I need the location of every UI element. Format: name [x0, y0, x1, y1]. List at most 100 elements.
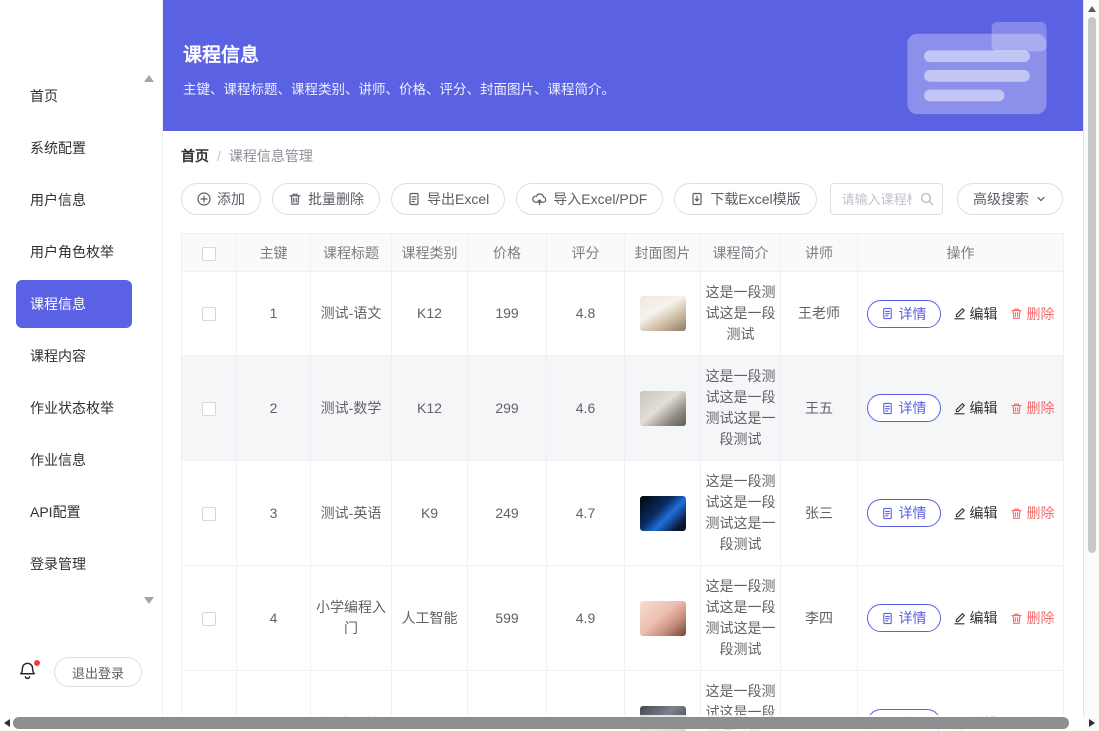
advanced-search-button[interactable]: 高级搜索: [957, 183, 1063, 215]
document-detail-icon: [881, 402, 894, 415]
notification-bell-icon[interactable]: [18, 661, 38, 683]
row-actions: 详情 编辑 删除: [862, 394, 1059, 422]
edit-label: 编辑: [970, 503, 998, 523]
scroll-up-arrow-icon[interactable]: [1088, 6, 1096, 12]
scroll-left-arrow-icon[interactable]: [4, 719, 10, 727]
page-content: 首页 / 课程信息管理 添加 批量删除 导出Excel: [163, 131, 1083, 731]
breadcrumb-separator: /: [217, 148, 221, 164]
vertical-scrollbar[interactable]: [1083, 0, 1099, 731]
cell-teacher: 李四: [781, 566, 858, 671]
table-row: 4 小学编程入门 人工智能 599 4.9 这是一段测试这是一段测试这是一段测试…: [182, 566, 1064, 671]
logout-button[interactable]: 退出登录: [54, 657, 142, 687]
column-header: 课程简介: [701, 234, 781, 272]
row-checkbox[interactable]: [202, 612, 216, 626]
sidebar-menu-item[interactable]: 用户信息: [0, 174, 162, 226]
cell-title: 测试-语文: [311, 272, 392, 356]
edit-pencil-icon: [953, 507, 966, 520]
edit-button[interactable]: 编辑: [953, 608, 998, 628]
detail-label: 详情: [899, 608, 927, 628]
sidebar-menu-item-label: 作业信息: [30, 450, 86, 470]
cell-teacher: 王五: [781, 356, 858, 461]
edit-pencil-icon: [953, 307, 966, 320]
cell-rating: 4.6: [547, 356, 625, 461]
sidebar-menu-item[interactable]: 登录管理: [0, 538, 162, 590]
search-input[interactable]: [830, 183, 943, 215]
row-checkbox[interactable]: [202, 507, 216, 521]
sidebar-menu-item-label: 课程内容: [30, 346, 86, 366]
table-header-row: 主键课程标题课程类别价格评分封面图片课程简介讲师操作: [182, 234, 1064, 272]
edit-button[interactable]: 编辑: [953, 304, 998, 324]
delete-label: 删除: [1027, 503, 1055, 523]
horizontal-scrollbar[interactable]: [0, 715, 1083, 731]
add-button[interactable]: 添加: [181, 183, 261, 215]
delete-button[interactable]: 删除: [1010, 608, 1055, 628]
column-header: 课程标题: [311, 234, 392, 272]
detail-button[interactable]: 详情: [867, 394, 941, 422]
sidebar-menu-item[interactable]: API配置: [0, 486, 162, 538]
row-checkbox[interactable]: [202, 402, 216, 416]
sidebar-menu-item[interactable]: 首页: [0, 70, 162, 122]
sidebar-menu-item[interactable]: 作业状态枚举: [0, 382, 162, 434]
select-all-checkbox[interactable]: [202, 247, 216, 261]
cell-category: 人工智能: [392, 566, 468, 671]
detail-button[interactable]: 详情: [867, 604, 941, 632]
cell-rating: 4.9: [547, 566, 625, 671]
edit-button[interactable]: 编辑: [953, 398, 998, 418]
file-download-icon: [690, 192, 704, 206]
folder-illustration-icon: [897, 20, 1055, 118]
row-actions: 详情 编辑 删除: [862, 300, 1059, 328]
import-excel-button[interactable]: 导入Excel/PDF: [516, 183, 663, 215]
column-header: 价格: [468, 234, 547, 272]
row-checkbox[interactable]: [202, 307, 216, 321]
detail-label: 详情: [899, 304, 927, 324]
column-header: 主键: [237, 234, 311, 272]
sidebar-scroll-up-icon[interactable]: [144, 75, 154, 82]
column-header: 评分: [547, 234, 625, 272]
edit-label: 编辑: [970, 608, 998, 628]
sidebar-menu-item-label: 登录管理: [30, 554, 86, 574]
cell-id: 3: [237, 461, 311, 566]
cover-image: [640, 296, 686, 331]
horizontal-scrollbar-thumb[interactable]: [13, 717, 1069, 729]
edit-button[interactable]: 编辑: [953, 503, 998, 523]
breadcrumb-home[interactable]: 首页: [181, 146, 209, 166]
sidebar-menu: 首页 系统配置 用户信息 用户角色枚举 课程信息 课程内容 作业状态枚举 作业信…: [0, 0, 162, 590]
sidebar-scroll-down-icon[interactable]: [144, 597, 154, 604]
sidebar-menu-item[interactable]: 课程信息: [16, 280, 132, 328]
sidebar-menu-item[interactable]: 用户角色枚举: [0, 226, 162, 278]
cell-price: 299: [468, 356, 547, 461]
document-detail-icon: [881, 507, 894, 520]
scroll-right-arrow-icon[interactable]: [1089, 719, 1095, 727]
sidebar-menu-item[interactable]: 系统配置: [0, 122, 162, 174]
batch-delete-button[interactable]: 批量删除: [272, 183, 380, 215]
export-excel-button[interactable]: 导出Excel: [391, 183, 505, 215]
cell-teacher: 王老师: [781, 272, 858, 356]
detail-button[interactable]: 详情: [867, 300, 941, 328]
table-row: 3 测试-英语 K9 249 4.7 这是一段测试这是一段测试这是一段测试 张三…: [182, 461, 1064, 566]
document-detail-icon: [881, 612, 894, 625]
column-header: 封面图片: [625, 234, 701, 272]
row-actions: 详情 编辑 删除: [862, 604, 1059, 632]
detail-button[interactable]: 详情: [867, 499, 941, 527]
app-body: 首页 系统配置 用户信息 用户角色枚举 课程信息 课程内容 作业状态枚举 作业信…: [0, 0, 1083, 731]
toolbar: 添加 批量删除 导出Excel 导入Excel/PDF: [181, 183, 1063, 215]
delete-button[interactable]: 删除: [1010, 503, 1055, 523]
detail-label: 详情: [899, 398, 927, 418]
document-detail-icon: [881, 307, 894, 320]
cell-id: 4: [237, 566, 311, 671]
app-window: 首页 系统配置 用户信息 用户角色枚举 课程信息 课程内容 作业状态枚举 作业信…: [0, 0, 1099, 731]
download-template-button[interactable]: 下载Excel模版: [674, 183, 816, 215]
cell-category: K12: [392, 356, 468, 461]
sidebar-menu-item[interactable]: 作业信息: [0, 434, 162, 486]
delete-button[interactable]: 删除: [1010, 398, 1055, 418]
delete-button[interactable]: 删除: [1010, 304, 1055, 324]
trash-icon: [1010, 612, 1023, 625]
vertical-scrollbar-thumb[interactable]: [1088, 17, 1096, 553]
sidebar-menu-item-label: 用户角色枚举: [30, 242, 114, 262]
row-actions: 详情 编辑 删除: [862, 499, 1059, 527]
trash-icon: [1010, 402, 1023, 415]
cell-intro: 这是一段测试这是一段测试这是一段测试: [701, 566, 781, 671]
cell-rating: 4.8: [547, 272, 625, 356]
sidebar-menu-item[interactable]: 课程内容: [0, 330, 162, 382]
column-header: 讲师: [781, 234, 858, 272]
